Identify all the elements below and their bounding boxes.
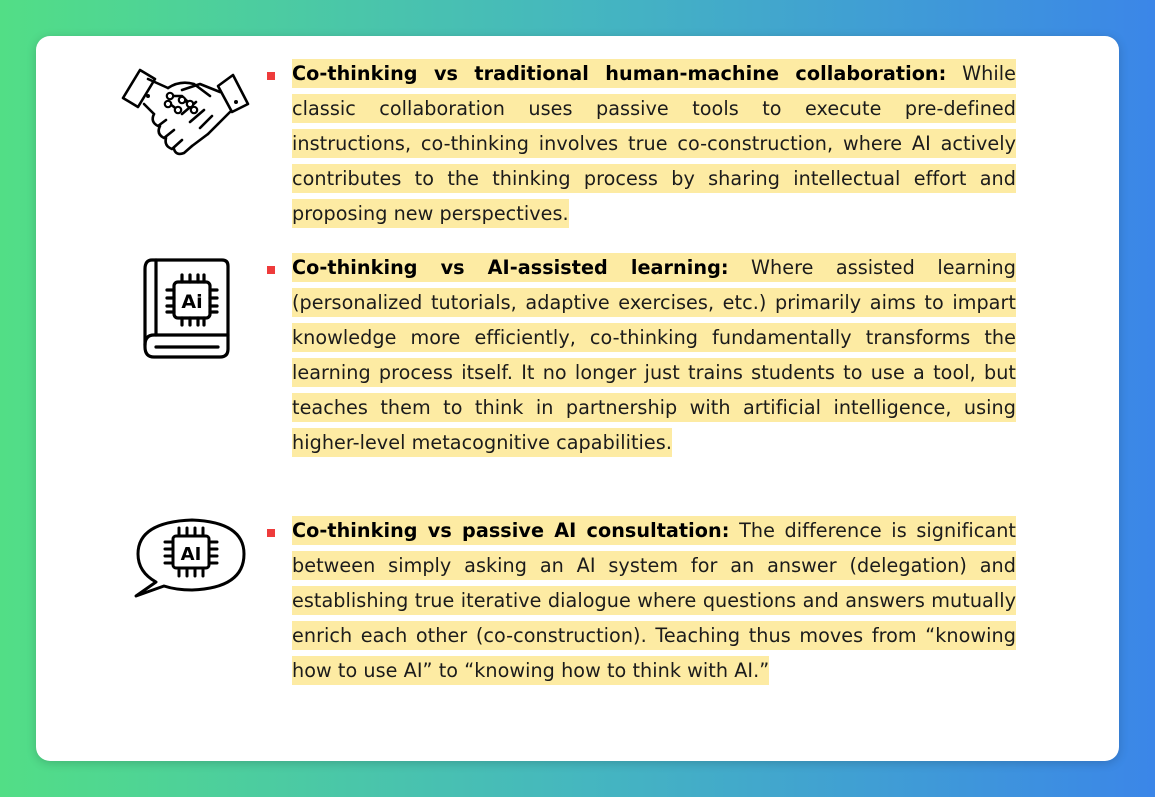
item-text: Co-thinking vs traditional human-machine… bbox=[292, 56, 1016, 231]
ai-chat-bubble-icon-label: AI bbox=[181, 544, 202, 565]
ai-book-icon: Ai bbox=[143, 258, 230, 359]
item-body: Where assisted learning (personalized tu… bbox=[292, 256, 1016, 454]
item-text: Co-thinking vs passive AI consultation: … bbox=[292, 513, 1016, 688]
content-card: Co-thinking vs traditional human-machine… bbox=[36, 36, 1119, 761]
ai-book-icon-label: Ai bbox=[181, 291, 202, 313]
item-title: Co-thinking vs traditional human-machine… bbox=[292, 62, 947, 85]
item-text: Co-thinking vs AI-assisted learning: Whe… bbox=[292, 250, 1016, 460]
bullet-marker bbox=[267, 529, 275, 537]
bullet-marker bbox=[267, 72, 275, 80]
item-body: While classic collaboration uses passive… bbox=[292, 62, 1016, 225]
bullet-marker bbox=[267, 266, 275, 274]
item-title: Co-thinking vs passive AI consultation: bbox=[292, 519, 730, 542]
ai-chat-bubble-icon: AI bbox=[134, 518, 246, 598]
item-title: Co-thinking vs AI-assisted learning: bbox=[292, 256, 729, 279]
item-body: The difference is significant between si… bbox=[292, 519, 1016, 682]
handshake-circuit-icon bbox=[121, 68, 250, 156]
